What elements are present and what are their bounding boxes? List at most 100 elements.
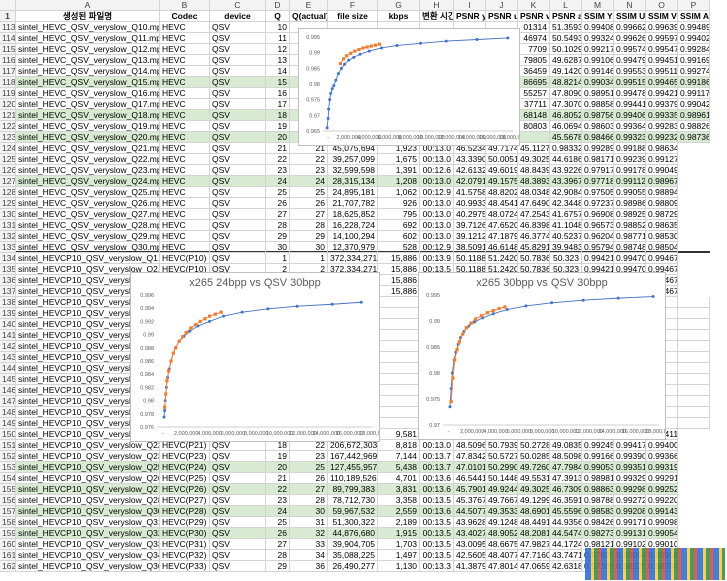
row-number[interactable]: 125 xyxy=(0,154,16,165)
table-cell[interactable]: 110,189,526 xyxy=(328,473,378,484)
row-number[interactable]: 116 xyxy=(0,55,16,66)
row-number[interactable]: 155 xyxy=(0,484,16,495)
row-number[interactable]: 118 xyxy=(0,77,16,88)
header-cell[interactable]: 변환 시간 xyxy=(420,11,454,22)
row-number[interactable]: 158 xyxy=(0,517,16,528)
table-cell[interactable]: 0.99379 xyxy=(646,99,678,110)
table-cell[interactable] xyxy=(378,352,420,363)
table-cell[interactable]: 48.8214 xyxy=(550,77,582,88)
table-cell[interactable] xyxy=(678,363,710,374)
table-cell[interactable]: sintel_HEVC_QSV_veryslow_Q11.mp4 xyxy=(16,33,160,44)
table-cell[interactable]: 21,707,782 xyxy=(328,198,378,209)
table-cell[interactable]: 0.994893 xyxy=(678,22,710,33)
table-cell[interactable]: 24 xyxy=(266,506,290,517)
table-cell[interactable]: sintel_HEVC_QSV_veryslow_Q28.mp4 xyxy=(16,220,160,231)
table-cell[interactable]: 50.29905 xyxy=(486,462,518,473)
table-cell[interactable]: 0.989815 xyxy=(582,473,614,484)
table-cell[interactable]: 00:13.0 xyxy=(420,220,454,231)
column-letter[interactable]: N xyxy=(614,0,646,11)
table-cell[interactable]: 31 xyxy=(290,517,328,528)
header-cell[interactable]: file size xyxy=(328,11,378,22)
table-cell[interactable]: QSV xyxy=(210,209,266,220)
row-number[interactable]: 113 xyxy=(0,22,16,33)
row-number[interactable]: 144 xyxy=(0,363,16,374)
table-cell[interactable]: 50.14488 xyxy=(486,473,518,484)
table-cell[interactable]: HEVC xyxy=(160,198,210,209)
table-cell[interactable]: 11 xyxy=(266,33,290,44)
table-cell[interactable]: 8,818 xyxy=(378,440,420,451)
table-cell[interactable]: 18,625,852 xyxy=(328,209,378,220)
row-number[interactable]: 141 xyxy=(0,330,16,341)
table-cell[interactable] xyxy=(378,418,420,429)
table-cell[interactable]: 0.992528 xyxy=(646,484,678,495)
table-cell[interactable]: 47.80901 xyxy=(550,88,582,99)
table-cell[interactable]: 01314 xyxy=(518,22,550,33)
header-cell[interactable]: PSNR u xyxy=(486,11,518,22)
table-cell[interactable]: 0.984261 xyxy=(582,517,614,528)
table-cell[interactable]: HEVC(P29) xyxy=(160,517,210,528)
table-cell[interactable]: QSV xyxy=(210,154,266,165)
table-cell[interactable]: 0.992208 xyxy=(646,495,678,506)
table-cell[interactable]: QSV xyxy=(210,242,266,253)
header-cell[interactable]: Q(actual) xyxy=(290,11,328,22)
table-cell[interactable]: 00:13.7 xyxy=(420,462,454,473)
column-letter[interactable]: I xyxy=(454,0,486,11)
table-cell[interactable]: 0.992455 xyxy=(582,440,614,451)
table-cell[interactable]: 0.993662 xyxy=(646,451,678,462)
table-cell[interactable]: 0.991661 xyxy=(582,451,614,462)
table-cell[interactable]: 0.993236 xyxy=(614,132,646,143)
header-cell[interactable]: 1 xyxy=(0,11,16,22)
table-cell[interactable]: 0.987488 xyxy=(614,242,646,253)
table-cell[interactable]: 372,334,271 xyxy=(328,253,378,264)
table-cell[interactable]: 0.988949 xyxy=(646,187,678,198)
table-cell[interactable]: 0.992833 xyxy=(646,121,678,132)
table-cell[interactable]: 0.994792 xyxy=(614,55,646,66)
table-cell[interactable]: 42.61323 xyxy=(454,165,486,176)
table-cell[interactable]: 41.38792 xyxy=(454,561,486,572)
row-number[interactable]: 130 xyxy=(0,209,16,220)
table-cell[interactable]: 41.57583 xyxy=(454,187,486,198)
table-cell[interactable]: HEVC(P32) xyxy=(160,550,210,561)
table-cell[interactable]: 15,886 xyxy=(378,286,420,297)
table-cell[interactable]: 45.3767 xyxy=(454,495,486,506)
table-cell[interactable] xyxy=(678,385,710,396)
table-cell[interactable]: 0.972375 xyxy=(582,198,614,209)
row-number[interactable]: 119 xyxy=(0,88,16,99)
table-cell[interactable]: 25 xyxy=(266,517,290,528)
table-cell[interactable]: 23 xyxy=(266,165,290,176)
table-cell[interactable]: 27 xyxy=(266,209,290,220)
table-cell[interactable]: 926 xyxy=(378,198,420,209)
table-cell[interactable]: 49.08357 xyxy=(550,440,582,451)
table-cell[interactable]: QSV xyxy=(210,539,266,550)
table-cell[interactable]: HEVC(P24) xyxy=(160,462,210,473)
table-cell[interactable]: 00:12.6 xyxy=(420,165,454,176)
table-cell[interactable]: HEVC xyxy=(160,176,210,187)
table-cell[interactable]: 49.1575 xyxy=(486,176,518,187)
table-cell[interactable]: 68148 xyxy=(518,110,550,121)
table-cell[interactable]: 48.38935 xyxy=(518,176,550,187)
row-number[interactable]: 142 xyxy=(0,341,16,352)
column-letter[interactable]: M xyxy=(582,0,614,11)
table-cell[interactable]: 0.994782 xyxy=(614,88,646,99)
table-cell[interactable]: 89,799,383 xyxy=(328,484,378,495)
table-cell[interactable]: 39,904,705 xyxy=(328,539,378,550)
table-cell[interactable]: HEVC xyxy=(160,121,210,132)
table-cell[interactable]: 0.979173 xyxy=(582,165,614,176)
table-cell[interactable]: QSV xyxy=(210,88,266,99)
table-cell[interactable]: 29 xyxy=(266,561,290,572)
header-cell[interactable]: SSIM U xyxy=(614,11,646,22)
table-cell[interactable]: 0.995477 xyxy=(646,44,678,55)
header-cell[interactable]: PSNR avg xyxy=(550,11,582,22)
table-cell[interactable]: sintel_HEVCP10_QSV_veryslow_Q30.mp4 xyxy=(16,506,160,517)
column-letter[interactable]: F xyxy=(328,0,378,11)
table-cell[interactable]: HEVC xyxy=(160,66,210,77)
table-cell[interactable]: 0.996627 xyxy=(614,22,646,33)
row-number[interactable]: 120 xyxy=(0,99,16,110)
table-cell[interactable]: 80803 xyxy=(518,121,550,132)
table-cell[interactable]: sintel_HEVCP10_QSV_veryslow_Q31.mp4 xyxy=(16,517,160,528)
table-cell[interactable]: 0.994179 xyxy=(614,440,646,451)
table-cell[interactable]: 26 xyxy=(266,198,290,209)
table-cell[interactable]: 49.30255 xyxy=(518,154,550,165)
column-letter[interactable]: L xyxy=(550,0,582,11)
table-cell[interactable]: 0.991884 xyxy=(614,143,646,154)
